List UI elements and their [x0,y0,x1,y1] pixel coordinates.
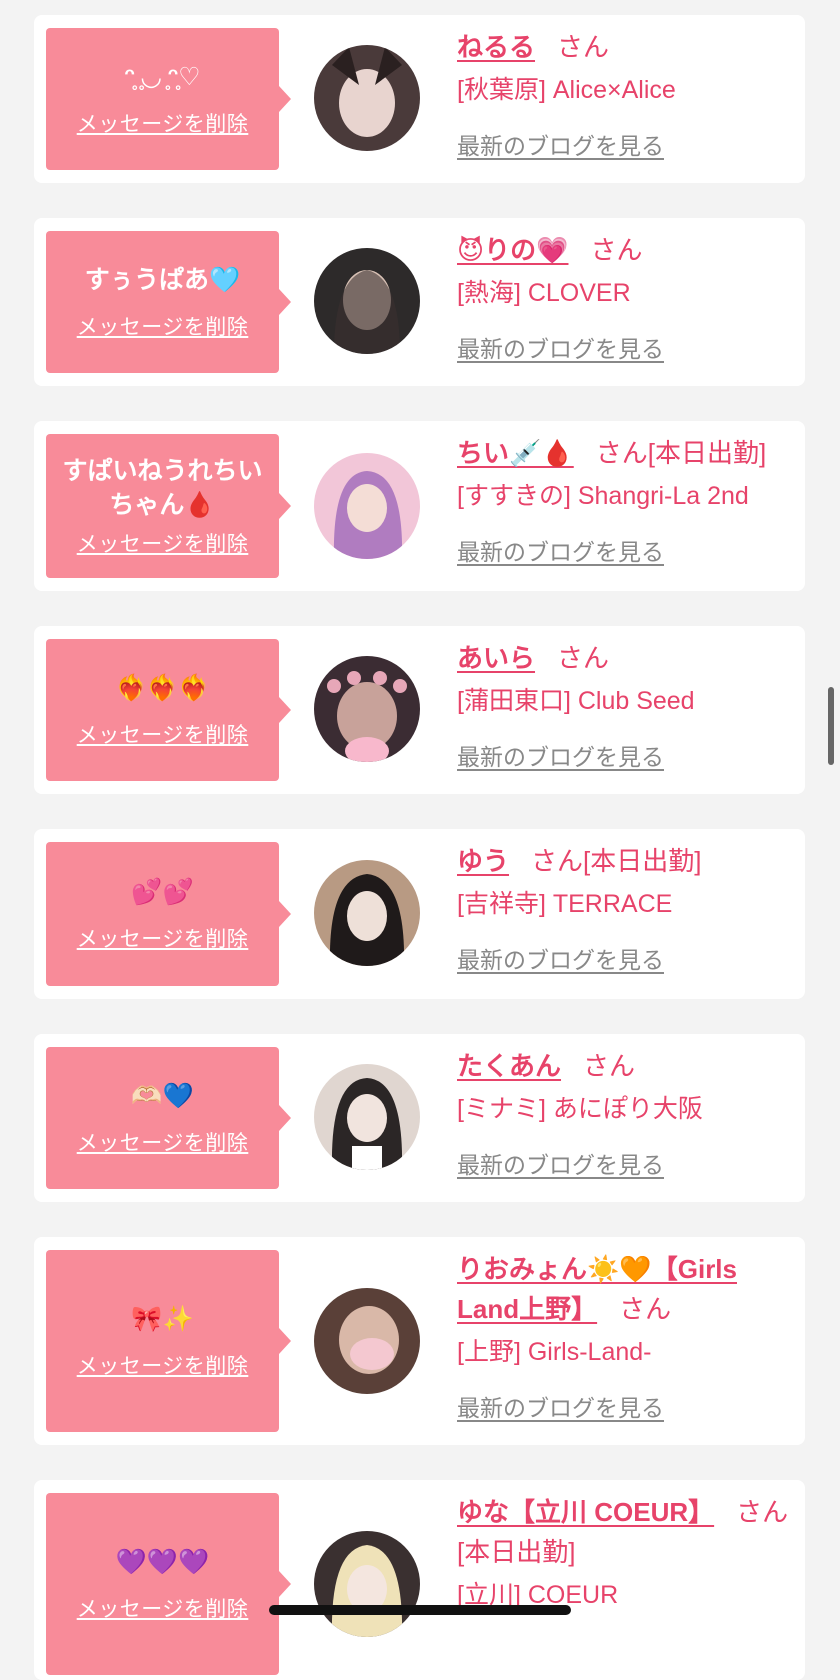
san-label: さん [595,438,648,468]
status-badge: [本日出勤] [583,846,702,876]
avatar-photo [314,1531,420,1637]
list-item: 🫶🏻💙 メッセージを削除 たくあん さん [ミナミ] あにぽり大阪 最新のブログを… [34,1034,805,1202]
list-item: 🎀✨ メッセージを削除 りおみょん☀️🧡【Girls Land上野】 さん [上野… [34,1237,805,1445]
delete-message-link[interactable]: メッセージを削除 [77,1127,249,1157]
avatar-photo [314,1288,420,1394]
profile-name-link[interactable]: たくあん [457,1051,561,1081]
view-blog-link[interactable]: 最新のブログを見る [457,533,664,567]
san-label: さん [557,643,610,673]
avatar-photo [314,453,420,559]
scrollbar-thumb[interactable] [828,687,834,765]
profile-info: ちい💉🩸 さん[本日出勤] [すすきの] Shangri-La 2nd 最新のブロ… [457,433,795,567]
san-label: さん [583,1051,636,1081]
profile-info: ねるる さん [秋葉原] Alice×Alice 最新のブログを見る [457,27,795,161]
shop-label: [吉祥寺] TERRACE [457,890,673,918]
avatar[interactable] [314,1288,420,1394]
delete-message-link[interactable]: メッセージを削除 [77,923,249,953]
delete-message-link[interactable]: メッセージを削除 [77,719,249,749]
delete-message-link[interactable]: メッセージを削除 [77,108,249,138]
avatar[interactable] [314,248,420,354]
message-box: 💕💕 メッセージを削除 [46,842,291,986]
avatar-photo [314,656,420,762]
view-blog-link[interactable]: 最新のブログを見る [457,738,664,772]
profile-info: 😈りの💗 さん [熱海] CLOVER 最新のブログを見る [457,230,795,364]
message-box: すぱいねうれちいちゃん🩸 メッセージを削除 [46,434,291,578]
message-text: 🎀✨ [131,1305,194,1333]
san-label: さん [557,32,610,62]
shop-label: [ミナミ] あにぽり大阪 [457,1095,703,1123]
shop-label: [すすきの] Shangri-La 2nd [457,482,749,510]
avatar[interactable] [314,45,420,151]
profile-info: たくあん さん [ミナミ] あにぽり大阪 最新のブログを見る [457,1046,795,1180]
message-text: すぱいねうれちいちゃん🩸 [62,457,263,519]
status-badge: [本日出勤] [647,438,767,468]
message-box: 🫶🏻💙 メッセージを削除 [46,1047,291,1189]
list-item: ❤️‍🔥❤️‍🔥❤️‍🔥 メッセージを削除 あいら さん [蒲田東口] Club … [34,626,805,794]
list-item: ᵔ̥ ̥◡ ̥ᵔ̥♡ メッセージを削除 ねるる さん [秋葉原] Alice×Al… [34,15,805,183]
delete-message-link[interactable]: メッセージを削除 [77,1350,249,1380]
profile-name-link[interactable]: ゆう [457,846,509,876]
avatar[interactable] [314,860,420,966]
shop-label: [蒲田東口] Club Seed [457,687,695,715]
message-text: ᵔ̥ ̥◡ ̥ᵔ̥♡ [124,63,201,91]
message-text: 🫶🏻💙 [131,1082,194,1110]
list-item: 💜💜💜 メッセージを削除 ゆな【立川 COEUR】 さん[本日出勤] [立川] C… [34,1480,805,1680]
view-blog-link[interactable]: 最新のブログを見る [457,941,664,975]
san-label: さん [590,235,643,265]
list-item: 💕💕 メッセージを削除 ゆう さん[本日出勤] [吉祥寺] TERRACE 最新の… [34,829,805,999]
profile-name-link[interactable]: 😈りの💗 [457,235,568,265]
home-indicator[interactable] [269,1605,571,1615]
message-box: 🎀✨ メッセージを削除 [46,1250,291,1432]
profile-name-link[interactable]: ゆな【立川 COEUR】 [457,1497,714,1527]
status-badge: [本日出勤] [457,1537,576,1567]
delete-message-link[interactable]: メッセージを削除 [77,528,249,558]
message-text: 💜💜💜 [115,1548,210,1576]
avatar-photo [314,860,420,966]
san-label: さん [531,846,584,876]
view-blog-link[interactable]: 最新のブログを見る [457,1146,664,1180]
avatar[interactable] [314,1064,420,1170]
message-box: ❤️‍🔥❤️‍🔥❤️‍🔥 メッセージを削除 [46,639,291,781]
message-text: ❤️‍🔥❤️‍🔥❤️‍🔥 [115,674,210,702]
message-text: すぅうぱあ🩵 [84,266,241,294]
san-label: さん [736,1497,789,1527]
profile-info: ゆう さん[本日出勤] [吉祥寺] TERRACE 最新のブログを見る [457,841,795,975]
shop-label: [秋葉原] Alice×Alice [457,76,676,104]
profile-name-link[interactable]: ねるる [457,32,535,62]
avatar[interactable] [314,656,420,762]
profile-name-link[interactable]: あいら [457,643,535,673]
message-text: 💕💕 [131,878,194,906]
message-box: 💜💜💜 メッセージを削除 [46,1493,291,1675]
delete-message-link[interactable]: メッセージを削除 [77,311,249,341]
san-label: さん [619,1294,672,1324]
list-item: すぅうぱあ🩵 メッセージを削除 😈りの💗 さん [熱海] CLOVER 最新のブロ… [34,218,805,386]
view-blog-link[interactable]: 最新のブログを見る [457,127,664,161]
avatar-photo [314,248,420,354]
profile-info: あいら さん [蒲田東口] Club Seed 最新のブログを見る [457,638,795,772]
message-box: すぅうぱあ🩵 メッセージを削除 [46,231,291,373]
profile-info: ゆな【立川 COEUR】 さん[本日出勤] [立川] COEUR [457,1492,795,1612]
view-blog-link[interactable]: 最新のブログを見る [457,330,664,364]
list-item: すぱいねうれちいちゃん🩸 メッセージを削除 ちい💉🩸 さん[本日出勤] [すすきの… [34,421,805,591]
profile-name-link[interactable]: りおみょん☀️🧡【Girls Land上野】 [457,1254,737,1324]
view-blog-link[interactable]: 最新のブログを見る [457,1389,664,1423]
profile-name-link[interactable]: ちい💉🩸 [457,438,574,468]
avatar[interactable] [314,1531,420,1637]
shop-label: [熱海] CLOVER [457,279,631,307]
shop-label: [上野] Girls-Land- [457,1338,652,1366]
message-box: ᵔ̥ ̥◡ ̥ᵔ̥♡ メッセージを削除 [46,28,291,170]
delete-message-link[interactable]: メッセージを削除 [77,1593,249,1623]
avatar-photo [314,45,420,151]
profile-info: りおみょん☀️🧡【Girls Land上野】 さん [上野] Girls-Land… [457,1249,795,1423]
avatar[interactable] [314,453,420,559]
avatar-photo [314,1064,420,1170]
